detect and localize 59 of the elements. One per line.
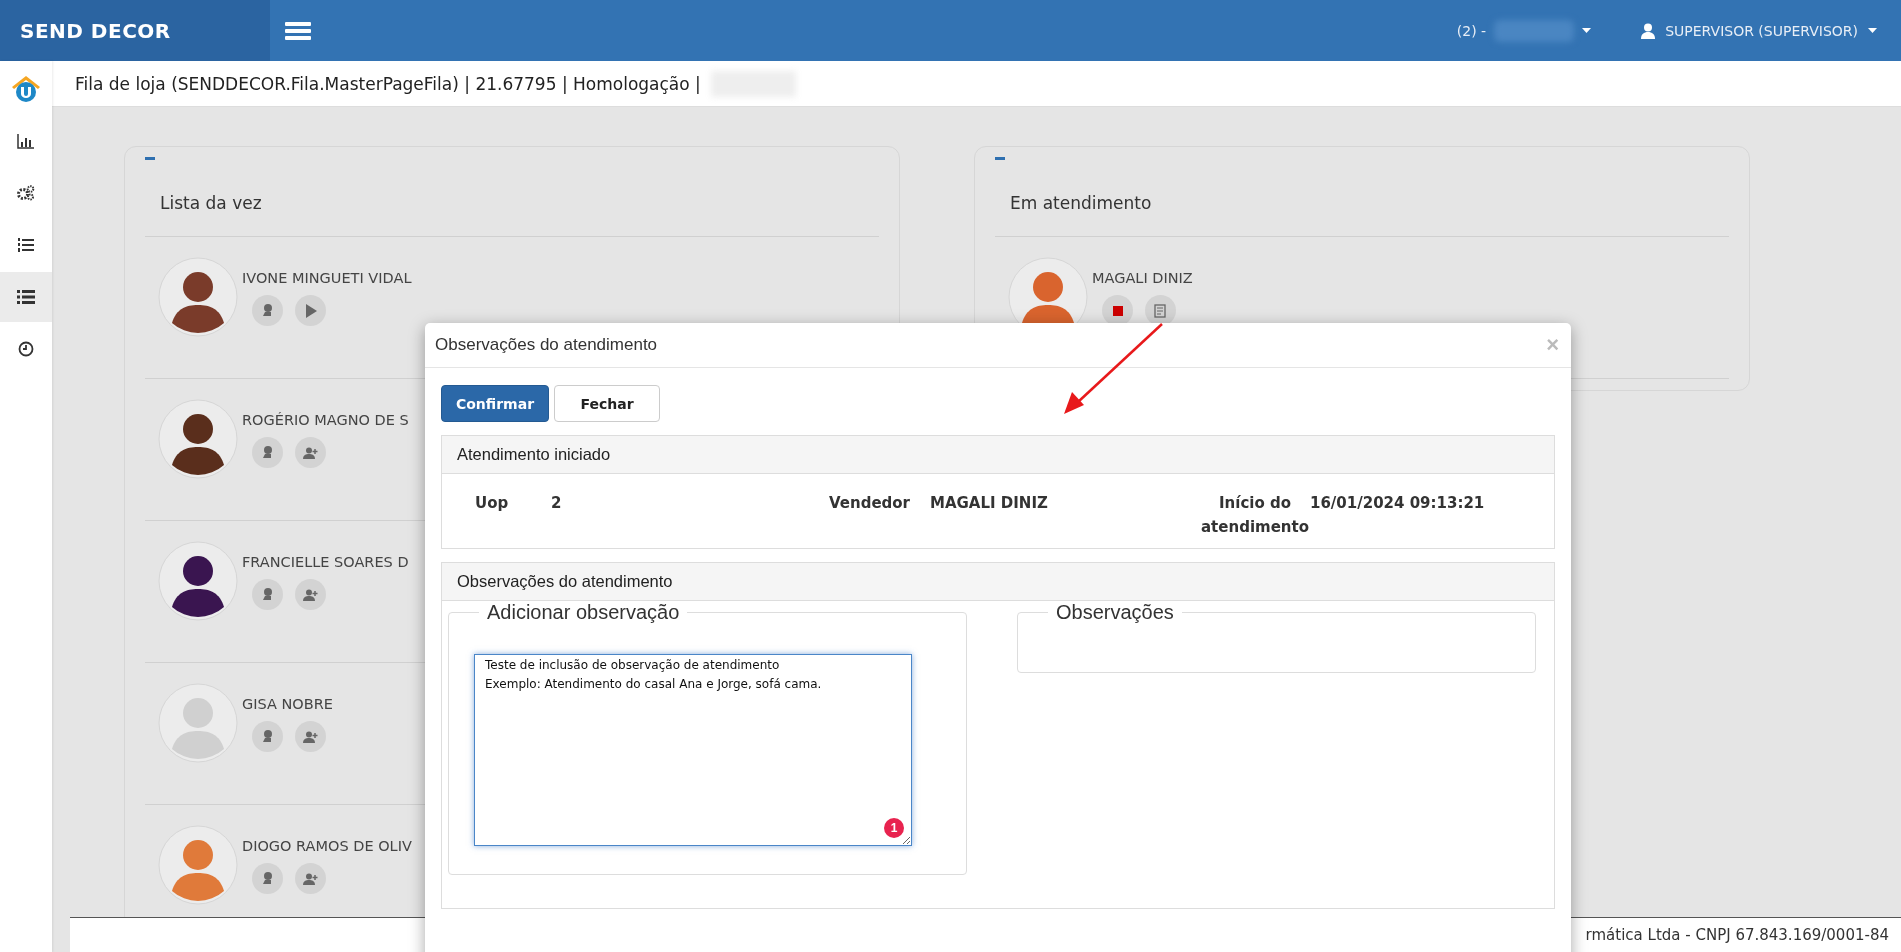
group-legend: Observações xyxy=(1048,601,1182,624)
add-person-icon xyxy=(302,446,319,459)
person-icon xyxy=(261,870,274,887)
document-icon xyxy=(1153,303,1168,318)
menu-icon[interactable] xyxy=(285,21,311,40)
clock-icon xyxy=(18,341,34,357)
house-logo-icon[interactable] xyxy=(11,74,41,104)
footer-text: rmática Ltda - CNPJ 67.843.169/0001-84 xyxy=(1585,926,1889,944)
panel-title: Atendimento iniciado xyxy=(457,445,611,464)
add-person-button[interactable] xyxy=(295,721,326,752)
stop-icon xyxy=(1111,304,1124,317)
play-icon xyxy=(304,303,317,318)
person-icon xyxy=(261,728,274,745)
person-name: IVONE MINGUETI VIDAL xyxy=(242,270,412,286)
modal-title: Observações do atendimento xyxy=(435,335,658,355)
person-icon xyxy=(261,586,274,603)
field-label: Uop xyxy=(475,493,510,514)
numbered-list-icon xyxy=(17,237,35,253)
add-person-button[interactable] xyxy=(295,437,326,468)
store-selector[interactable]: (2) - xyxy=(1456,19,1592,42)
user-icon xyxy=(1641,22,1656,39)
add-person-icon xyxy=(302,872,319,885)
field-label: Vendedor xyxy=(829,493,911,514)
person-name: GISA NOBRE xyxy=(242,696,333,712)
list-icon xyxy=(17,290,35,304)
close-dialog-button[interactable]: Fechar xyxy=(554,385,660,422)
sidebar-item[interactable] xyxy=(0,272,52,322)
call-button[interactable] xyxy=(252,863,283,894)
call-button[interactable] xyxy=(252,295,283,326)
panel-title: Observações do atendimento xyxy=(457,572,673,591)
play-button[interactable] xyxy=(295,295,326,326)
group-legend: Adicionar observação xyxy=(479,601,688,624)
field-value: 2 xyxy=(551,493,563,514)
breadcrumb: Fila de loja (SENDDECOR.Fila.MasterPageFila) | 21.67795 | Homologação | xyxy=(75,73,701,94)
call-button[interactable] xyxy=(252,579,283,610)
add-person-button[interactable] xyxy=(295,579,326,610)
person-name: DIOGO RAMOS DE OLIV xyxy=(242,838,412,854)
user-menu[interactable]: SUPERVISOR (SUPERVISOR) xyxy=(1641,22,1877,39)
card-title: Lista da vez xyxy=(145,193,879,237)
person-name: ROGÉRIO MAGNO DE S xyxy=(242,412,409,428)
caret-icon xyxy=(1582,28,1592,33)
field-label: Início do atendimento xyxy=(1201,493,1309,538)
person-icon xyxy=(261,302,274,319)
call-button[interactable] xyxy=(252,721,283,752)
call-button[interactable] xyxy=(252,437,283,468)
bar-chart-icon xyxy=(17,133,35,149)
brand-name: SEND DECOR xyxy=(20,18,171,43)
person-name: FRANCIELLE SOARES D xyxy=(242,554,409,570)
add-person-icon xyxy=(302,730,319,743)
person-icon xyxy=(261,444,274,461)
gear-icon xyxy=(17,185,35,201)
person-name: MAGALI DINIZ xyxy=(1092,270,1193,286)
add-person-icon xyxy=(302,588,319,601)
field-value: MAGALI DINIZ xyxy=(930,493,1049,514)
confirm-button[interactable]: Confirmar xyxy=(441,385,549,422)
card-title: Em atendimento xyxy=(995,193,1729,237)
field-value: 16/01/2024 09:13:21 xyxy=(1310,493,1486,514)
caret-icon xyxy=(1868,28,1877,33)
add-person-button[interactable] xyxy=(295,863,326,894)
